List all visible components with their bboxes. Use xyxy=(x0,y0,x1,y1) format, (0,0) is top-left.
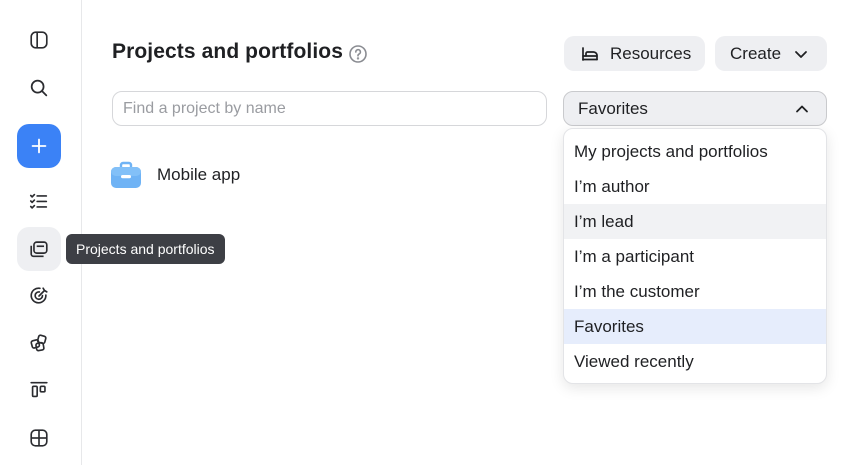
filter-option-lead[interactable]: I’m lead xyxy=(564,204,826,239)
sidebar-item-goals[interactable] xyxy=(17,274,61,318)
create-button-label: Create xyxy=(730,43,782,63)
resources-button[interactable]: Resources xyxy=(564,36,705,71)
briefcase-icon xyxy=(111,161,141,188)
panel-toggle-icon xyxy=(30,31,48,49)
filter-option-favorites[interactable]: Favorites xyxy=(564,309,826,344)
project-search-input[interactable] xyxy=(112,91,547,126)
filter-option-my-projects[interactable]: My projects and portfolios xyxy=(564,134,826,169)
sidebar-tooltip: Projects and portfolios xyxy=(66,234,225,264)
sidebar-item-components[interactable] xyxy=(17,321,61,365)
filter-option-author[interactable]: I’m author xyxy=(564,169,826,204)
sidebar-item-projects[interactable] xyxy=(17,227,61,271)
filter-option-participant[interactable]: I’m a participant xyxy=(564,239,826,274)
goals-target-icon xyxy=(30,287,48,304)
board-icon xyxy=(30,381,48,398)
project-name: Mobile app xyxy=(157,165,241,184)
plus-icon xyxy=(31,138,47,154)
projects-folder-icon xyxy=(30,241,48,258)
project-list-item[interactable]: Mobile app xyxy=(110,158,240,192)
chevron-down-icon xyxy=(795,50,807,58)
sidebar-toggle-button[interactable] xyxy=(17,18,61,62)
bed-icon xyxy=(582,46,598,61)
task-list-icon xyxy=(29,193,48,209)
sidebar-item-tasks[interactable] xyxy=(17,179,61,223)
filter-dropdown-menu: My projects and portfolios I’m author I’… xyxy=(563,128,827,384)
sidebar-item-dashboards[interactable] xyxy=(17,416,61,460)
dashboard-grid-icon xyxy=(30,429,48,447)
resources-button-label: Resources xyxy=(610,43,692,63)
filter-selected-value: Favorites xyxy=(578,98,648,118)
chevron-up-icon xyxy=(796,105,808,113)
sidebar-create-button[interactable] xyxy=(17,124,61,168)
sidebar-item-boards[interactable] xyxy=(17,368,61,412)
app-window: Projects and portfolios Projects and por… xyxy=(0,0,856,465)
create-button[interactable]: Create xyxy=(715,36,827,71)
help-icon[interactable] xyxy=(348,44,368,64)
page-title: Projects and portfolios xyxy=(112,40,343,63)
filter-select[interactable]: Favorites xyxy=(563,91,827,126)
filter-option-customer[interactable]: I’m the customer xyxy=(564,274,826,309)
search-icon xyxy=(30,79,48,97)
sidebar xyxy=(0,0,82,465)
sidebar-search-button[interactable] xyxy=(17,66,61,110)
filter-option-viewed-recently[interactable]: Viewed recently xyxy=(564,344,826,379)
components-icon xyxy=(30,334,47,352)
